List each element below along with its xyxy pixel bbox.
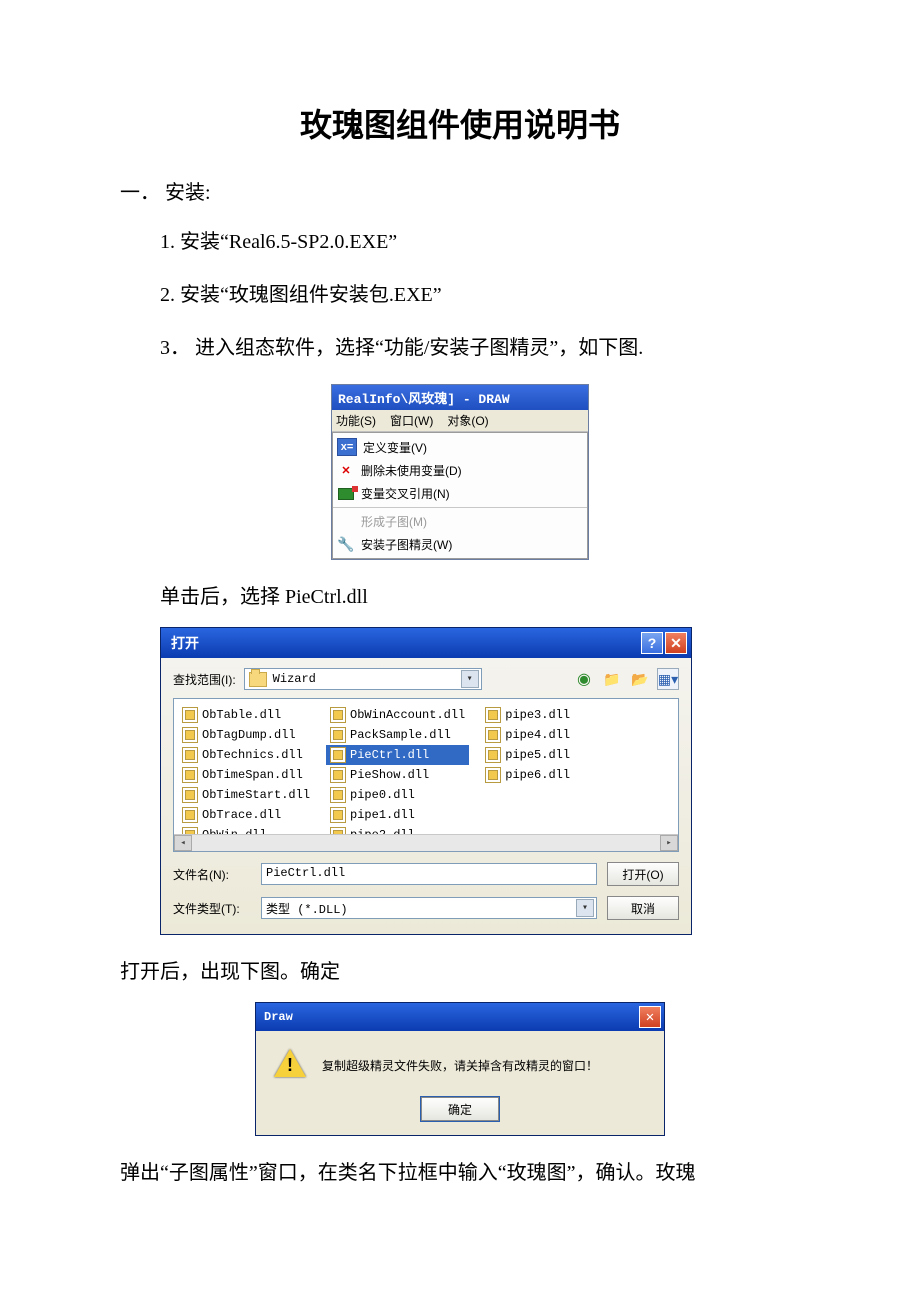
dll-icon [330, 747, 346, 763]
xref-icon [337, 486, 355, 502]
msgbox-title: Draw [264, 1010, 293, 1024]
filetype-label: 文件类型(T): [173, 900, 251, 917]
dll-icon [182, 807, 198, 823]
chevron-down-icon[interactable]: ▾ [576, 899, 594, 917]
dll-icon [330, 707, 346, 723]
screenshot-messagebox: Draw ✕ ! 复制超级精灵文件失败，请关掉含有改精灵的窗口！ 确定 [120, 1002, 800, 1136]
menubar-item-function[interactable]: 功能(S) [336, 412, 376, 429]
back-icon[interactable]: ◉ [573, 668, 595, 690]
dll-icon [485, 767, 501, 783]
scroll-right-icon[interactable]: ▸ [660, 835, 678, 851]
file-item[interactable]: ObTagDump.dll [178, 725, 314, 745]
msgbox-text: 复制超级精灵文件失败，请关掉含有改精灵的窗口！ [322, 1057, 646, 1074]
close-button[interactable]: ✕ [665, 632, 687, 654]
window-titlebar: RealInfo\风玫瑰] - DRAW [332, 385, 588, 410]
menu-item-cross-ref[interactable]: 变量交叉引用(N) [333, 482, 587, 505]
file-item[interactable]: ObTechnics.dll [178, 745, 314, 765]
file-item[interactable]: pipe1.dll [326, 805, 469, 825]
dll-icon [182, 707, 198, 723]
instruction-after-menu: 单击后，选择 PieCtrl.dll [160, 580, 800, 609]
dll-icon [182, 727, 198, 743]
up-folder-icon[interactable]: 📁 [601, 668, 623, 690]
lookin-select[interactable]: Wizard ▾ [244, 668, 482, 690]
delete-icon: ✕ [337, 463, 355, 479]
install-step-2: 2. 安装“玫瑰图组件安装包.EXE” [160, 278, 800, 307]
section-heading-install: 一． 安装: [120, 176, 800, 205]
file-item-selected[interactable]: PieCtrl.dll [326, 745, 469, 765]
file-list[interactable]: ObTable.dll ObTagDump.dll ObTechnics.dll… [173, 698, 679, 852]
file-item[interactable]: ObWinAccount.dll [326, 705, 469, 725]
filename-input[interactable]: PieCtrl.dll [261, 863, 597, 885]
dll-icon [485, 707, 501, 723]
filename-label: 文件名(N): [173, 866, 251, 883]
help-button[interactable]: ? [641, 632, 663, 654]
cancel-button[interactable]: 取消 [607, 896, 679, 920]
file-item[interactable]: ObTable.dll [178, 705, 314, 725]
filetype-select[interactable]: 类型 (*.DLL) ▾ [261, 897, 597, 919]
dll-icon [330, 787, 346, 803]
dialog-title: 打开 [171, 633, 199, 653]
instruction-after-open: 打开后，出现下图。确定 [120, 955, 800, 984]
menu-item-label: 定义变量(V) [363, 439, 427, 456]
file-item[interactable]: ObTimeSpan.dll [178, 765, 314, 785]
menubar-item-window[interactable]: 窗口(W) [390, 412, 433, 429]
horizontal-scrollbar[interactable]: ◂ ▸ [174, 834, 678, 851]
menu-item-label: 形成子图(M) [361, 513, 427, 530]
dropdown-menu: x= 定义变量(V) ✕ 删除未使用变量(D) 变量交叉引用(N) 形成子图(M… [332, 432, 588, 559]
msgbox-titlebar: Draw ✕ [256, 1003, 664, 1031]
chevron-down-icon[interactable]: ▾ [461, 670, 479, 688]
folder-icon [249, 672, 267, 687]
dialog-titlebar: 打开 ? ✕ [161, 628, 691, 658]
screenshot-open-dialog: 打开 ? ✕ 查找范围(I): Wizard ▾ ◉ 📁 📂 ▦▾ [160, 627, 692, 935]
dll-icon [485, 727, 501, 743]
menu-item-form-subgraph: 形成子图(M) [333, 507, 587, 533]
install-step-1: 1. 安装“Real6.5-SP2.0.EXE” [160, 225, 800, 254]
file-item[interactable]: pipe3.dll [481, 705, 574, 725]
menu-item-label: 删除未使用变量(D) [361, 462, 462, 479]
warning-icon: ! [274, 1049, 306, 1081]
dll-icon [182, 787, 198, 803]
dll-icon [485, 747, 501, 763]
dll-icon [330, 767, 346, 783]
file-item[interactable]: PieShow.dll [326, 765, 469, 785]
dll-icon [182, 767, 198, 783]
page-title: 玫瑰图组件使用说明书 [120, 100, 800, 146]
scroll-left-icon[interactable]: ◂ [174, 835, 192, 851]
blank-icon [337, 514, 355, 530]
close-button[interactable]: ✕ [639, 1006, 661, 1028]
install-step-3: 3． 进入组态软件，选择“功能/安装子图精灵”，如下图. [160, 331, 800, 360]
dll-icon [330, 727, 346, 743]
dll-icon [182, 747, 198, 763]
menu-item-define-var[interactable]: x= 定义变量(V) [333, 435, 587, 459]
tag-icon: x= [337, 438, 357, 456]
file-item[interactable]: ObTimeStart.dll [178, 785, 314, 805]
file-item[interactable]: ObTrace.dll [178, 805, 314, 825]
menu-item-label: 安装子图精灵(W) [361, 536, 452, 553]
lookin-value: Wizard [273, 672, 316, 686]
menubar-item-object[interactable]: 对象(O) [447, 412, 488, 429]
menu-item-install-wizard[interactable]: 🔧 安装子图精灵(W) [333, 533, 587, 556]
new-folder-icon[interactable]: 📂 [629, 668, 651, 690]
view-menu-icon[interactable]: ▦▾ [657, 668, 679, 690]
screenshot-menu: RealInfo\风玫瑰] - DRAW 功能(S) 窗口(W) 对象(O) x… [120, 384, 800, 560]
file-item[interactable]: pipe4.dll [481, 725, 574, 745]
instruction-after-msgbox: 弹出“子图属性”窗口，在类名下拉框中输入“玫瑰图”，确认。玫瑰 [120, 1156, 800, 1185]
menu-item-label: 变量交叉引用(N) [361, 485, 450, 502]
file-item[interactable]: pipe5.dll [481, 745, 574, 765]
file-item[interactable]: PackSample.dll [326, 725, 469, 745]
dll-icon [330, 807, 346, 823]
file-item[interactable]: pipe6.dll [481, 765, 574, 785]
document-page: 玫瑰图组件使用说明书 一． 安装: 1. 安装“Real6.5-SP2.0.EX… [0, 0, 920, 1263]
toolbar-icons: ◉ 📁 📂 ▦▾ [573, 668, 679, 690]
open-button[interactable]: 打开(O) [607, 862, 679, 886]
menubar: 功能(S) 窗口(W) 对象(O) [332, 410, 588, 432]
ok-button[interactable]: 确定 [421, 1097, 499, 1121]
file-item[interactable]: pipe0.dll [326, 785, 469, 805]
lookin-label: 查找范围(I): [173, 671, 236, 688]
wrench-icon: 🔧 [337, 537, 355, 553]
filetype-value: 类型 (*.DLL) [266, 900, 348, 917]
menu-item-delete-unused[interactable]: ✕ 删除未使用变量(D) [333, 459, 587, 482]
